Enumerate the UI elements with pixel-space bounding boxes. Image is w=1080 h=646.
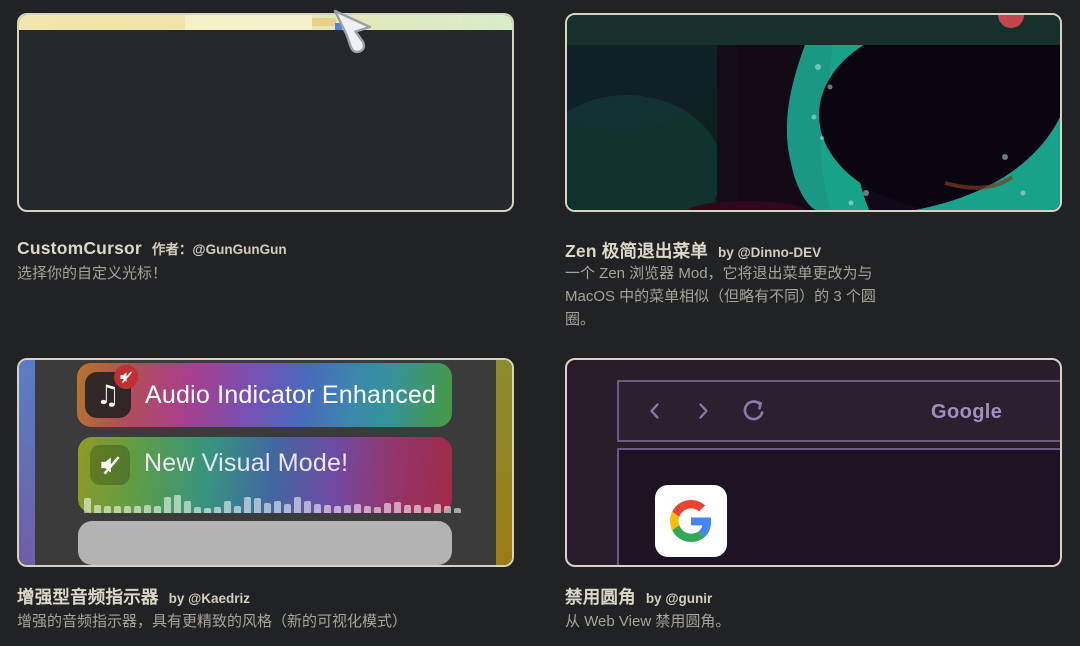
equalizer-bar bbox=[394, 502, 401, 513]
equalizer-bar bbox=[384, 503, 391, 513]
reload-icon[interactable] bbox=[739, 396, 769, 426]
audio-indicator-preview-body: ♫ Audio Indicator Enhanced bbox=[19, 360, 512, 565]
customcursor-preview-body bbox=[19, 15, 512, 210]
mod-description: 增强的音频指示器，具有更精致的风格（新的可视化模式） bbox=[17, 610, 407, 633]
equalizer-bar bbox=[224, 501, 231, 513]
blank-gray-tab bbox=[78, 521, 452, 565]
mod-title[interactable]: CustomCursor bbox=[17, 238, 142, 259]
back-icon[interactable] bbox=[643, 399, 667, 423]
equalizer-bar bbox=[194, 507, 201, 513]
equalizer-bar bbox=[334, 506, 341, 513]
google-logo-tile[interactable] bbox=[655, 485, 727, 557]
mods-gallery: CustomCursor 作者：@GunGunGun 选择你的自定义光标！ bbox=[0, 0, 1080, 646]
audio-equalizer-bars bbox=[84, 491, 446, 513]
music-app-icon: ♫ bbox=[85, 372, 131, 418]
equalizer-bar bbox=[344, 505, 351, 513]
mod-byline: by @Dinno-DEV bbox=[718, 245, 821, 260]
left-gradient-strip bbox=[19, 360, 35, 565]
mod-byline: by @Kaedriz bbox=[169, 591, 250, 606]
web-view-panel bbox=[617, 448, 1060, 565]
url-label[interactable]: Google bbox=[931, 401, 1002, 424]
banner2-label: New Visual Mode! bbox=[144, 449, 348, 478]
mod-byline: by @gunir bbox=[646, 591, 712, 606]
equalizer-bar bbox=[314, 504, 321, 513]
equalizer-bar bbox=[454, 508, 461, 513]
equalizer-bar bbox=[424, 507, 431, 513]
equalizer-bar bbox=[304, 501, 311, 513]
mod-description: 从 Web View 禁用圆角。 bbox=[565, 610, 730, 633]
equalizer-bar bbox=[174, 495, 181, 513]
banner1-label: Audio Indicator Enhanced bbox=[145, 381, 436, 410]
music-note-icon: ♫ bbox=[96, 382, 120, 409]
mod-description: 一个 Zen 浏览器 Mod，它将退出菜单更改为与 MacOS 中的菜单相似（但… bbox=[565, 262, 877, 331]
equalizer-bar bbox=[154, 506, 161, 513]
equalizer-bar bbox=[414, 505, 421, 513]
teal-artwork-image bbox=[567, 45, 1060, 210]
equalizer-bar bbox=[124, 506, 131, 513]
equalizer-bar bbox=[284, 504, 291, 513]
equalizer-bar bbox=[324, 505, 331, 513]
mod-byline: 作者：@GunGunGun bbox=[152, 238, 287, 258]
equalizer-bar bbox=[444, 506, 451, 513]
cursor-icon bbox=[325, 6, 379, 60]
equalizer-bar bbox=[94, 505, 101, 513]
equalizer-bar bbox=[404, 505, 411, 513]
mod-card-audio-indicator-preview[interactable]: ♫ Audio Indicator Enhanced bbox=[17, 358, 514, 567]
right-gradient-strip bbox=[496, 360, 512, 565]
browser-preview-body: Google bbox=[567, 360, 1060, 565]
zen-exit-preview-body bbox=[567, 15, 1060, 210]
equalizer-bar bbox=[134, 506, 141, 513]
mod-title[interactable]: 增强型音频指示器 bbox=[17, 584, 159, 609]
equalizer-bar bbox=[214, 507, 221, 513]
equalizer-bar bbox=[244, 497, 251, 513]
new-visual-mode-banner: New Visual Mode! bbox=[78, 437, 452, 513]
mod-description: 选择你的自定义光标！ bbox=[17, 262, 167, 285]
equalizer-bar bbox=[264, 503, 271, 513]
forward-icon[interactable] bbox=[691, 399, 715, 423]
mod-card-disable-rounded-corners-preview[interactable]: Google bbox=[565, 358, 1062, 567]
equalizer-bar bbox=[374, 507, 381, 513]
speaker-muted-icon bbox=[90, 445, 130, 485]
teal-header-band bbox=[567, 15, 1060, 45]
browser-toolbar: Google bbox=[617, 380, 1060, 442]
active-tab-highlight bbox=[185, 15, 312, 30]
equalizer-bar bbox=[274, 501, 281, 513]
equalizer-bar bbox=[114, 506, 121, 513]
equalizer-bar bbox=[84, 498, 91, 513]
equalizer-bar bbox=[234, 506, 241, 513]
audio-indicator-banner: ♫ Audio Indicator Enhanced bbox=[77, 363, 452, 427]
equalizer-bar bbox=[354, 504, 361, 513]
google-logo bbox=[670, 500, 712, 542]
equalizer-bar bbox=[184, 501, 191, 513]
equalizer-bar bbox=[364, 506, 371, 513]
mod-title[interactable]: Zen 极简退出菜单 bbox=[565, 238, 708, 263]
mod-card-customcursor-preview[interactable] bbox=[17, 13, 514, 212]
equalizer-bar bbox=[144, 505, 151, 513]
mute-badge-icon bbox=[114, 365, 138, 389]
equalizer-bar bbox=[104, 506, 111, 513]
equalizer-bar bbox=[294, 497, 301, 513]
equalizer-bar bbox=[204, 508, 211, 513]
mod-card-zen-exit-menu-preview[interactable] bbox=[565, 13, 1062, 212]
equalizer-bar bbox=[164, 497, 171, 513]
equalizer-bar bbox=[254, 498, 261, 513]
equalizer-bar bbox=[434, 504, 441, 513]
mod-title[interactable]: 禁用圆角 bbox=[565, 584, 636, 609]
